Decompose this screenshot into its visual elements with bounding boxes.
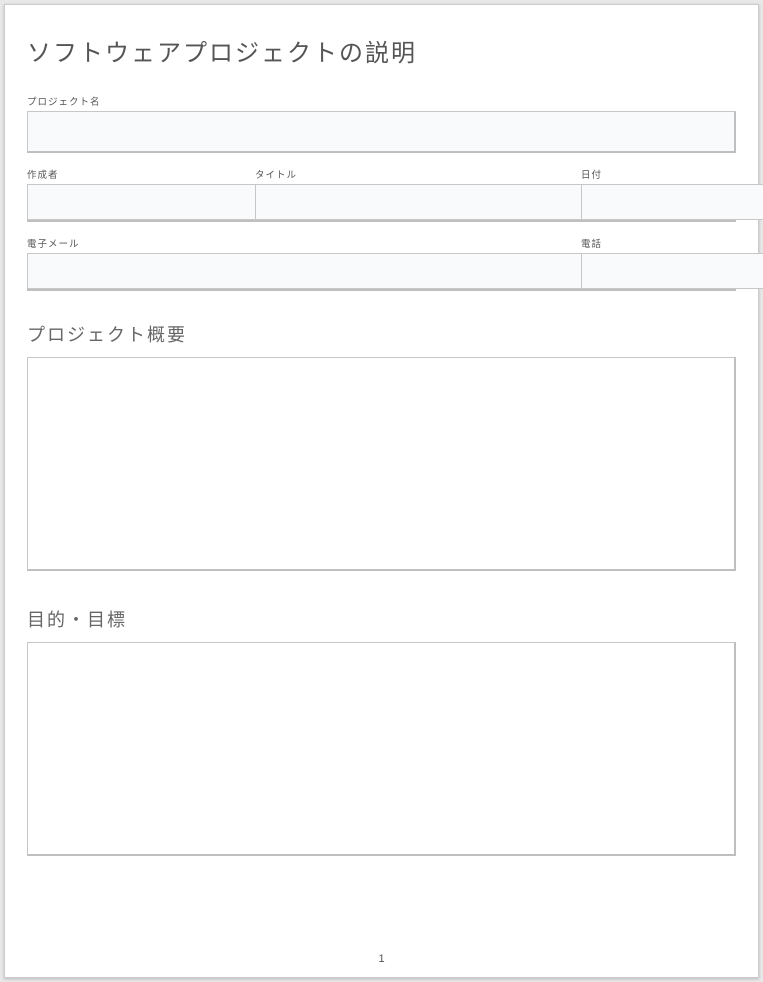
author-label: 作成者 (27, 167, 255, 181)
overview-textarea[interactable] (27, 357, 736, 571)
contact-row: 電子メール 電話 (27, 236, 736, 291)
overview-heading: プロジェクト概要 (27, 321, 736, 347)
project-name-field: プロジェクト名 (27, 94, 736, 153)
author-row: 作成者 タイトル 日付 (27, 167, 736, 222)
phone-label: 電話 (581, 236, 739, 250)
document-title: ソフトウェアプロジェクトの説明 (27, 33, 736, 68)
page-number: 1 (378, 953, 384, 965)
project-name-label: プロジェクト名 (27, 94, 736, 108)
author-input[interactable] (27, 184, 255, 220)
job-title-label: タイトル (255, 167, 581, 181)
goals-textarea[interactable] (27, 642, 736, 856)
date-input[interactable] (581, 184, 763, 220)
date-label: 日付 (581, 167, 739, 181)
email-input[interactable] (27, 253, 581, 289)
job-title-input[interactable] (255, 184, 581, 220)
document-page: ソフトウェアプロジェクトの説明 プロジェクト名 作成者 タイトル 日付 電子メー… (4, 4, 759, 978)
phone-input[interactable] (581, 253, 763, 289)
goals-heading: 目的・目標 (27, 606, 736, 632)
project-name-input[interactable] (27, 111, 736, 153)
email-label: 電子メール (27, 236, 581, 250)
